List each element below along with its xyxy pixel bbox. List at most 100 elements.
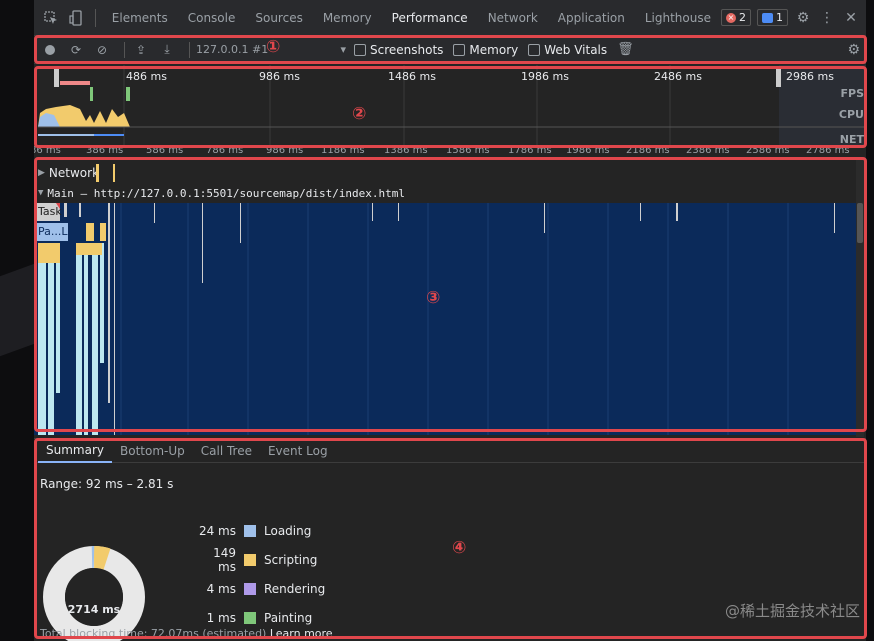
overview-tick: 2986 ms [786,70,834,83]
memory-checkbox[interactable]: Memory [453,43,518,57]
ruler-tick: 986 ms [266,145,304,156]
collapse-arrow-icon[interactable]: ▼ [38,188,43,198]
message-icon [762,12,773,23]
record-icon[interactable] [40,40,60,60]
network-request-bar [96,164,99,182]
profile-select-value: 127.0.0.1 #1 [196,43,269,56]
tab-summary[interactable]: Summary [38,439,112,463]
legend-name: Rendering [264,581,326,596]
web-vitals-checkbox[interactable]: Web Vitals [528,43,607,57]
error-icon: × [726,12,736,23]
flame-graph [34,203,835,435]
tab-application[interactable]: Application [548,0,635,36]
tab-performance[interactable]: Performance [382,0,478,36]
error-count: 2 [739,11,746,24]
tab-bottom-up[interactable]: Bottom-Up [112,439,193,463]
legend-item-scripting: 149 ms Scripting [194,545,325,574]
capture-settings-icon[interactable]: ⚙ [847,42,860,58]
close-icon[interactable]: ✕ [842,10,860,26]
settings-gear-icon[interactable]: ⚙ [794,10,812,26]
annotation-number-2: ② [352,104,367,124]
right-background [866,0,874,641]
left-background [0,0,34,641]
tab-elements[interactable]: Elements [102,0,178,36]
flame-chart[interactable]: ▶ Network ▼ Main — http://127.0.0.1:5501… [34,157,866,437]
performance-toolbar: ⟳ ⊘ ⇪ ⤓ 127.0.0.1 #1 ▾ Screenshots Memor… [34,36,866,64]
main-track-label: Main — http://127.0.0.1:5501/sourcemap/d… [47,186,406,200]
tab-memory[interactable]: Memory [313,0,382,36]
overview-tick: 2486 ms [654,70,702,83]
total-duration: 2714 ms [67,603,121,616]
total-blocking-time: Total blocking time: 72.07ms (estimated)… [40,627,333,640]
details-tabs: Summary Bottom-Up Call Tree Event Log [34,439,866,463]
tab-network[interactable]: Network [478,0,548,36]
tab-console[interactable]: Console [178,0,246,36]
download-icon[interactable]: ⤓ [157,40,177,60]
trash-icon[interactable]: 🗑 [617,42,634,57]
devtools-window: Elements Console Sources Memory Performa… [34,0,866,641]
watermark: @稀土掘金技术社区 [724,602,860,620]
checkbox-box [453,43,466,56]
toolbar-separator [189,41,190,58]
device-toggle-icon[interactable] [67,9,84,27]
checkbox-box [354,43,366,56]
clear-icon[interactable]: ⊘ [92,40,112,60]
main-track[interactable]: ▼ Main — http://127.0.0.1:5501/sourcemap… [34,184,856,202]
legend-value: 4 ms [206,581,236,596]
annotation-number-4: ④ [452,538,467,558]
upload-icon[interactable]: ⇪ [131,40,151,60]
learn-more-link[interactable]: Learn more [270,627,333,640]
web-vitals-label: Web Vitals [544,42,608,57]
main-thread-area[interactable]: Task Pa...L [34,203,856,435]
flame-scrollbar[interactable] [856,157,864,437]
network-request-bar [113,164,115,182]
checkbox-box [528,43,541,56]
network-track[interactable]: ▶ Network [34,164,856,182]
more-options-icon[interactable]: ⋮ [818,10,836,26]
toolbar-separator [124,41,125,58]
fps-label: FPS [840,87,865,100]
tab-event-log[interactable]: Event Log [260,439,336,463]
ruler-tick: 1386 ms [384,145,428,156]
ruler-tick: 786 ms [206,145,244,156]
scrollbar-thumb[interactable] [857,203,863,243]
timeline-overview[interactable]: 486 ms 986 ms 1486 ms 1986 ms 2486 ms 29… [34,65,866,146]
ruler-tick: 1586 ms [446,145,490,156]
overview-tick: 1486 ms [388,70,436,83]
annotation-number-1: ① [266,37,281,57]
overview-tick: 1986 ms [521,70,569,83]
legend-swatch [244,582,256,595]
error-badge[interactable]: × 2 [721,9,751,26]
panel-tab-bar: Elements Console Sources Memory Performa… [34,0,866,36]
overview-tick: 986 ms [259,70,300,83]
time-ruler: 86 ms 386 ms 586 ms 786 ms 986 ms 1186 m… [34,145,866,157]
ruler-tick: 1186 ms [321,145,365,156]
expand-arrow-icon[interactable]: ▶ [38,168,45,178]
reload-icon[interactable]: ⟳ [66,40,86,60]
screenshots-checkbox[interactable]: Screenshots [354,43,443,57]
ruler-tick: 2386 ms [686,145,730,156]
screenshots-label: Screenshots [370,42,444,57]
legend-name: Loading [264,523,312,538]
inspect-element-icon[interactable] [42,9,59,27]
message-count: 1 [776,11,783,24]
ruler-tick: 1786 ms [508,145,552,156]
legend-name: Scripting [264,552,318,567]
tab-call-tree[interactable]: Call Tree [193,439,260,463]
ruler-tick: 2586 ms [746,145,790,156]
chevron-down-icon: ▾ [340,43,346,56]
message-badge[interactable]: 1 [757,9,788,26]
memory-label: Memory [469,42,519,57]
task-label[interactable]: Task [38,205,62,218]
legend-name: Painting [264,610,313,625]
cpu-label: CPU [838,108,864,121]
tab-lighthouse[interactable]: Lighthouse [635,0,721,36]
legend-swatch [244,553,256,566]
parse-html-label[interactable]: Pa...L [38,225,68,238]
background-shape [0,263,34,357]
legend-value: 149 ms [213,545,236,574]
ruler-tick: 2786 ms [806,145,850,156]
blocking-text: Total blocking time: 72.07ms (estimated) [40,627,267,640]
tab-sources[interactable]: Sources [245,0,312,36]
overview-tick: 486 ms [126,70,167,83]
